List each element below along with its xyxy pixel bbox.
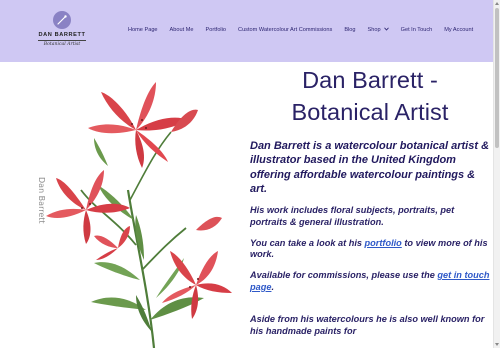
page-scrollbar[interactable] (493, 0, 500, 348)
nav-label: Home Page (128, 27, 158, 33)
intro-lead: Dan Barrett is a watercolour botanical a… (250, 140, 490, 195)
nav-about[interactable]: About Me (170, 27, 194, 33)
title-line-1: Dan Barrett - (302, 67, 438, 93)
title-line-2: Botanical Artist (291, 99, 449, 125)
main-navigation: Home Page About Me Portfolio Custom Wate… (128, 27, 473, 33)
portfolio-link[interactable]: portfolio (365, 238, 402, 248)
commissions-text-after: . (271, 281, 275, 292)
site-header: DAN BARRETT Botanical Artist Home Page A… (0, 0, 493, 62)
portfolio-text-before: You can take a look at his (250, 237, 365, 248)
nav-label: Shop (367, 27, 381, 33)
nav-label: Blog (344, 27, 356, 33)
logo-tagline: Botanical Artist (43, 41, 81, 47)
intro-content: Dan Barrett - Botanical Artist Dan Barre… (250, 64, 490, 338)
nav-get-in-touch[interactable]: Get In Touch (401, 27, 433, 33)
intro-work: His work includes floral subjects, portr… (250, 205, 455, 227)
nav-label: Get In Touch (400, 27, 433, 33)
logo-name: DAN BARRETT (38, 32, 86, 38)
paintbrush-icon (53, 11, 71, 29)
scroll-thumb[interactable] (495, 8, 499, 148)
page-title: Dan Barrett - Botanical Artist (250, 64, 490, 128)
logo-divider (38, 40, 86, 41)
lily-painting-image (36, 70, 236, 348)
intro-portfolio: You can take a look at his portfolio to … (250, 238, 490, 261)
nav-label: Custom Watercolour Art Commissions (238, 27, 333, 33)
nav-home[interactable]: Home Page (128, 27, 158, 33)
nav-label: About Me (169, 27, 194, 33)
nav-commissions[interactable]: Custom Watercolour Art Commissions (238, 27, 332, 33)
nav-label: Portfolio (205, 27, 227, 33)
nav-label: My Account (444, 27, 474, 33)
intro-commissions: Available for commissions, please use th… (250, 270, 490, 293)
nav-my-account[interactable]: My Account (444, 27, 473, 33)
intro-paints: Aside from his watercolours he is also w… (250, 314, 485, 337)
scroll-up-icon[interactable] (495, 2, 499, 5)
scroll-down-icon[interactable] (495, 343, 499, 346)
artist-signature: Dan Barrett (37, 177, 46, 224)
nav-shop[interactable]: Shop (368, 27, 389, 33)
nav-blog[interactable]: Blog (344, 27, 355, 33)
site-logo[interactable]: DAN BARRETT Botanical Artist (34, 6, 90, 58)
chevron-down-icon (383, 27, 389, 33)
commissions-text-before: Available for commissions, please use th… (250, 270, 438, 280)
nav-portfolio[interactable]: Portfolio (206, 27, 227, 33)
